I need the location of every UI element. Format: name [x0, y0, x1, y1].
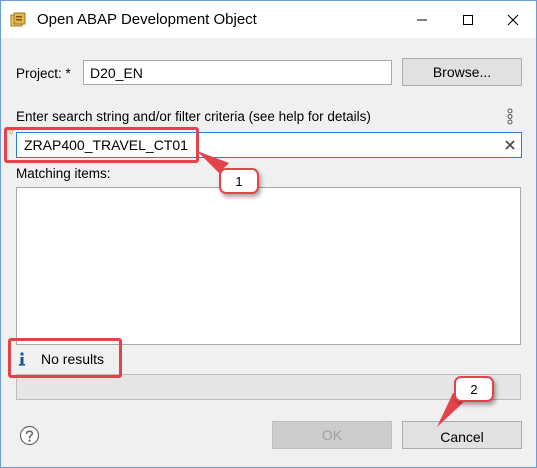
callout-1: 1	[219, 168, 259, 194]
callout-2: 2	[454, 376, 494, 402]
callout-1-label: 1	[235, 173, 243, 189]
dialog-window: Open ABAP Development Object Project: * …	[0, 0, 537, 468]
callout-2-label: 2	[470, 381, 478, 397]
